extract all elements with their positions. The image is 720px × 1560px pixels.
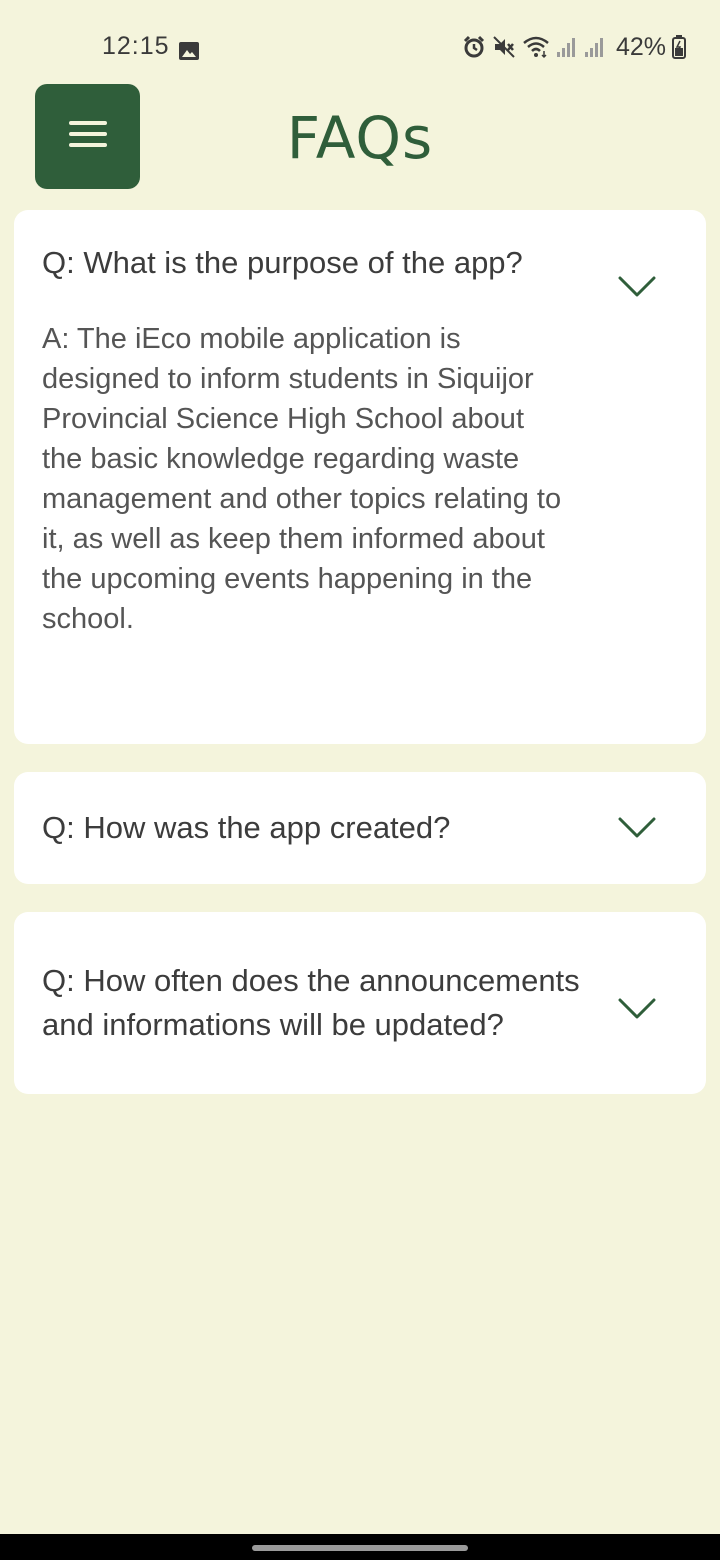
faq-answer: A: The iEco mobile application is design… [42,323,562,635]
faq-question[interactable]: Q: What is the purpose of the app? [42,241,582,285]
faq-screen: 12:15 42% FAQs Q: What is the purpose of… [0,0,720,1560]
faq-question-row[interactable]: Q: How was the app created? [42,772,678,884]
faq-question-row[interactable]: Q: How often does the announcements and … [42,912,678,1094]
battery-percentage: 42% [615,32,666,61]
faq-question-row[interactable]: Q: What is the purpose of the app? [42,210,678,285]
page-title: FAQs [286,104,434,172]
home-indicator[interactable] [252,1545,468,1551]
signal-icon [584,36,606,58]
faq-item-updates: Q: How often does the announcements and … [14,912,706,1094]
status-icons: 42% [462,32,686,62]
alarm-icon [462,35,486,59]
chevron-down-icon[interactable] [618,817,656,839]
mute-icon [492,35,516,59]
status-bar: 12:15 42% [0,0,720,92]
faq-question[interactable]: Q: How was the app created? [42,806,582,850]
signal-icon [556,36,578,58]
navigation-bar [0,1534,720,1560]
wifi-icon [522,35,550,59]
battery-icon [672,35,686,59]
faq-question[interactable]: Q: How often does the announcements and … [42,959,582,1047]
faq-item-purpose: Q: What is the purpose of the app? A: Th… [14,210,706,744]
faq-item-creation: Q: How was the app created? [14,772,706,884]
chevron-down-icon[interactable] [618,998,656,1020]
status-time: 12:15 [102,32,170,60]
chevron-down-icon[interactable] [618,276,656,298]
gallery-icon [179,38,199,60]
